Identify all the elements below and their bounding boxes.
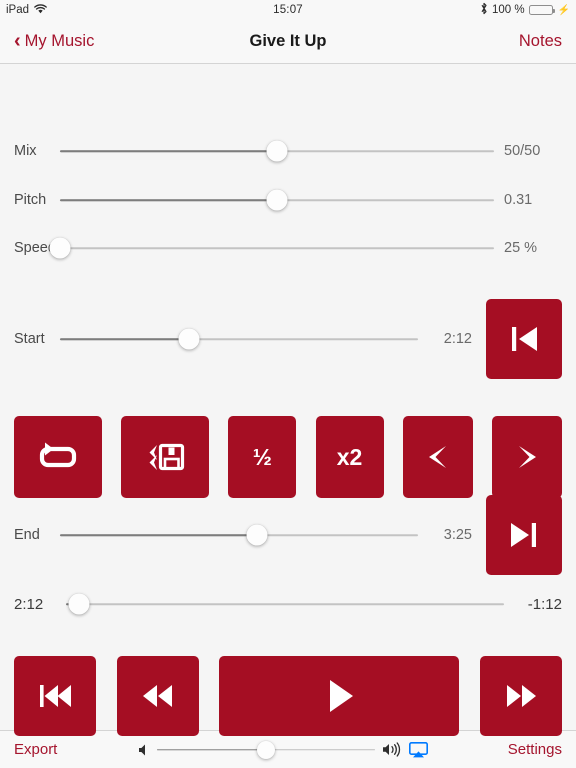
save-loop-button[interactable]: [121, 416, 210, 498]
notes-button[interactable]: Notes: [519, 32, 562, 51]
mix-slider-track-filled: [60, 150, 277, 152]
end-slider[interactable]: [60, 521, 418, 549]
start-value: 2:12: [443, 331, 472, 347]
playback-scrubber-track: [66, 603, 504, 605]
skip-to-start-button[interactable]: [486, 299, 562, 379]
export-button[interactable]: Export: [14, 741, 57, 758]
end-value: 3:25: [443, 527, 472, 543]
volume-slider[interactable]: [156, 738, 375, 762]
loop-button[interactable]: [14, 416, 102, 498]
lightning-bolt-icon: ⚡: [557, 4, 570, 16]
end-slider-thumb[interactable]: [246, 524, 268, 546]
skip-to-end-button[interactable]: [486, 495, 562, 575]
volume-control: [138, 738, 428, 762]
playback-scrubber-row: 2:12 -1:12: [0, 590, 576, 618]
end-label: End: [14, 527, 40, 543]
start-slider-row: Start 2:12: [0, 299, 576, 379]
start-slider[interactable]: [60, 325, 418, 353]
mix-label: Mix: [14, 143, 37, 159]
start-slider-track-filled: [60, 338, 189, 340]
double-speed-button[interactable]: x2: [315, 416, 384, 498]
skip-to-start-icon: [504, 322, 544, 356]
half-speed-button[interactable]: ½: [228, 416, 297, 498]
chevron-left-icon: ‹: [14, 29, 21, 52]
pitch-slider-track-filled: [60, 199, 277, 201]
mix-slider-row: Mix 50/50: [0, 137, 576, 165]
volume-slider-thumb[interactable]: [256, 740, 275, 759]
end-slider-track-filled: [60, 534, 257, 536]
bluetooth-icon: [480, 2, 488, 18]
speed-slider-row: Speed 25 %: [0, 234, 576, 262]
rewind-icon: [136, 680, 180, 712]
nudge-left-button[interactable]: [402, 416, 473, 498]
previous-track-button[interactable]: [14, 656, 96, 736]
app-screen: iPad 15:07 100 % ⚡ ‹ My Music Give It Up…: [0, 0, 576, 768]
pitch-value: 0.31: [504, 192, 533, 208]
airplay-icon[interactable]: [408, 741, 428, 758]
speaker-low-icon: [138, 743, 150, 757]
battery-percent-label: 100 %: [491, 4, 525, 16]
settings-button[interactable]: Settings: [508, 741, 562, 758]
back-button-label: My Music: [24, 32, 95, 50]
speaker-high-icon: [382, 742, 402, 757]
half-speed-label: ½: [252, 443, 272, 470]
mix-slider[interactable]: [60, 137, 494, 165]
status-bar-right: 100 % ⚡: [480, 2, 570, 18]
mix-value: 50/50: [504, 143, 541, 159]
previous-track-icon: [33, 680, 77, 712]
transport-controls-row: [0, 656, 576, 736]
playback-scrubber-thumb[interactable]: [68, 593, 90, 615]
play-icon: [319, 674, 359, 718]
back-button[interactable]: ‹ My Music: [14, 29, 95, 52]
speed-slider[interactable]: [49, 234, 494, 262]
fast-forward-icon: [499, 680, 543, 712]
arrow-right-icon: [510, 440, 544, 474]
pitch-slider[interactable]: [60, 186, 494, 214]
pitch-label: Pitch: [14, 192, 47, 208]
speed-slider-thumb[interactable]: [49, 237, 71, 259]
double-speed-label: x2: [336, 443, 363, 470]
pitch-slider-thumb[interactable]: [266, 189, 288, 211]
battery-icon: [528, 4, 555, 16]
mix-slider-thumb[interactable]: [266, 140, 288, 162]
nudge-right-button[interactable]: [491, 416, 562, 498]
play-button[interactable]: [219, 656, 460, 736]
fast-forward-button[interactable]: [479, 656, 562, 736]
loop-repeat-icon: [35, 439, 81, 475]
start-slider-thumb[interactable]: [178, 328, 200, 350]
remaining-time: -1:12: [527, 595, 562, 613]
rewind-button[interactable]: [116, 656, 199, 736]
start-label: Start: [14, 331, 45, 347]
main-content: Mix 50/50 Pitch 0.31 Speed 25 % Start 2:…: [0, 64, 576, 736]
save-loop-icon: [141, 438, 189, 476]
arrow-left-icon: [421, 440, 455, 474]
navigation-bar: ‹ My Music Give It Up Notes: [0, 20, 576, 64]
speed-slider-track: [60, 247, 494, 249]
loop-controls-row: ½ x2: [0, 416, 576, 498]
pitch-slider-row: Pitch 0.31: [0, 186, 576, 214]
status-bar: iPad 15:07 100 % ⚡: [0, 0, 576, 20]
end-slider-row: End 3:25: [0, 495, 576, 575]
skip-to-end-icon: [504, 518, 544, 552]
speed-value: 25 %: [504, 240, 538, 256]
volume-slider-track-filled: [156, 748, 266, 751]
elapsed-time: 2:12: [14, 595, 44, 613]
playback-scrubber[interactable]: [66, 590, 504, 618]
